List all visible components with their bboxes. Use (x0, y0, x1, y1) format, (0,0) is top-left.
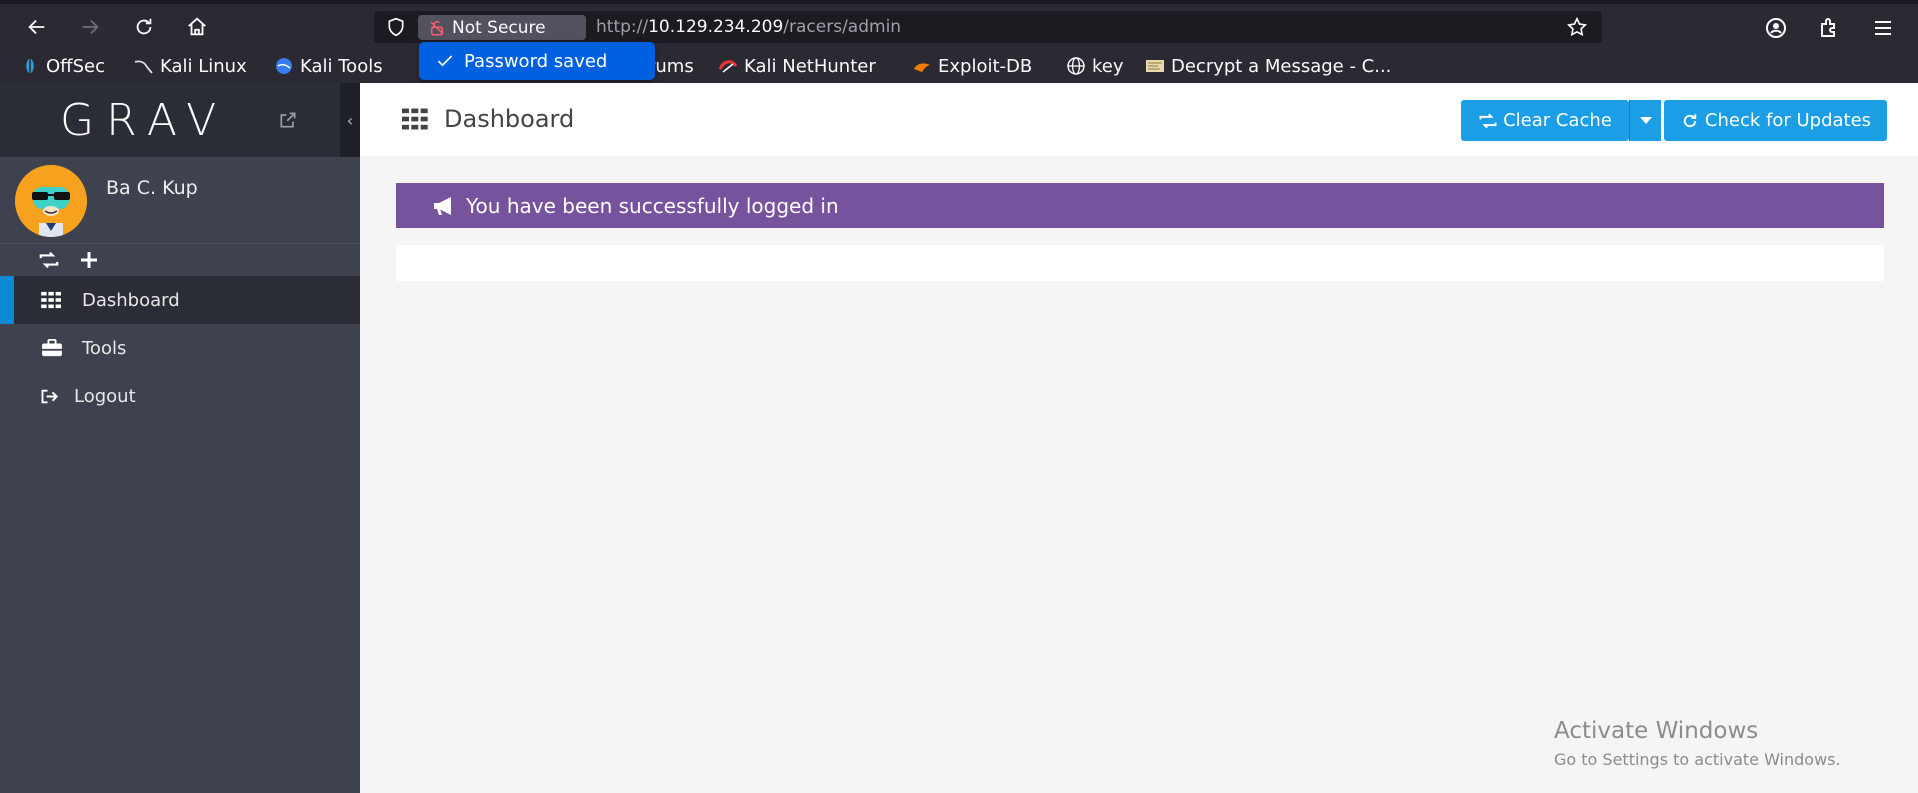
bookmarks-bar: OffSec Kali Linux Kali Tools rums Kali N… (0, 50, 1918, 83)
sign-out-icon (40, 386, 60, 406)
bookmark-offsec[interactable]: OffSec (20, 55, 105, 77)
bookmark-kali-nethunter[interactable]: Kali NetHunter (718, 55, 876, 77)
browser-toolbar: Not Secure http://10.129.234.209/racers/… (0, 4, 1918, 50)
back-button[interactable] (22, 13, 52, 41)
extensions-icon[interactable] (1818, 16, 1842, 40)
avatar-image (15, 165, 87, 237)
globe-icon (1066, 57, 1086, 75)
caret-down-icon (1639, 116, 1652, 124)
sidebar-collapse-button[interactable]: ‹ (340, 83, 360, 157)
bookmark-label: Exploit-DB (938, 55, 1033, 77)
check-icon (437, 55, 453, 67)
dashboard-panel (396, 245, 1884, 281)
refresh-icon (1683, 113, 1697, 127)
reload-button[interactable] (129, 13, 159, 41)
home-button[interactable] (182, 13, 212, 41)
nethunter-icon (718, 57, 738, 75)
bookmark-label: Decrypt a Message - C... (1171, 55, 1392, 77)
check-for-updates-button[interactable]: Check for Updates (1664, 100, 1887, 141)
briefcase-icon (40, 338, 64, 358)
clear-cache-dropdown-button[interactable] (1629, 100, 1661, 141)
kali-tools-icon (274, 57, 294, 75)
dashboard-grid-icon (40, 290, 64, 310)
arrow-right-icon (82, 19, 99, 35)
toast-label: Password saved (464, 50, 608, 72)
bookmark-label: Kali Tools (300, 55, 383, 77)
bookmark-label: OffSec (46, 55, 105, 77)
grav-logo[interactable]: GRAV (60, 95, 228, 146)
page-title-text: Dashboard (444, 105, 575, 133)
url-prefix: http:// (596, 17, 649, 37)
admin-sidebar: GRAV ‹ Ba C. Kup Dashboard Tools Logout (0, 83, 360, 793)
forward-button[interactable] (75, 13, 105, 41)
clear-cache-button[interactable]: Clear Cache (1461, 100, 1629, 141)
logo-area: GRAV (0, 83, 340, 157)
broken-lock-icon (430, 20, 444, 35)
watermark-title: Activate Windows (1554, 718, 1759, 744)
page-title: Dashboard (402, 105, 574, 133)
retweet-icon (1479, 113, 1497, 128)
sidebar-item-logout[interactable]: Logout (0, 372, 360, 420)
sidebar-item-dashboard[interactable]: Dashboard (0, 276, 360, 324)
sidebar-item-label: Logout (74, 385, 136, 407)
bookmark-exploit-db[interactable]: Exploit-DB (912, 55, 1032, 77)
exploitdb-icon (912, 57, 932, 75)
user-actions (0, 243, 360, 276)
bookmark-kali-linux[interactable]: Kali Linux (134, 55, 247, 77)
avatar[interactable] (15, 165, 87, 237)
plus-icon[interactable] (78, 250, 100, 270)
sidebar-item-tools[interactable]: Tools (0, 324, 360, 372)
url-text[interactable]: http://10.129.234.209/racers/admin (596, 17, 901, 37)
sidebar-item-label: Tools (82, 337, 127, 359)
not-secure-label: Not Secure (452, 17, 546, 38)
password-saved-toast: Password saved (419, 42, 655, 80)
account-icon[interactable] (1764, 16, 1788, 40)
bookmark-label: Kali NetHunter (744, 55, 876, 77)
decrypt-icon (1145, 57, 1165, 75)
sidebar-item-label: Dashboard (82, 289, 180, 311)
reload-icon (136, 18, 152, 35)
bookmark-decrypt[interactable]: Decrypt a Message - C... (1145, 55, 1391, 77)
not-secure-badge[interactable]: Not Secure (418, 15, 586, 40)
login-success-alert: You have been successfully logged in (396, 183, 1884, 228)
arrow-left-icon (28, 19, 45, 35)
home-icon (188, 17, 206, 36)
bookmark-key[interactable]: key (1066, 55, 1124, 77)
retweet-icon[interactable] (38, 250, 60, 270)
hamburger-menu-icon[interactable] (1871, 16, 1895, 40)
page-header: Dashboard Clear Cache Check for Updates (360, 83, 1918, 156)
url-host: 10.129.234.209 (648, 17, 784, 37)
clear-cache-label: Clear Cache (1503, 110, 1612, 131)
bookmark-kali-tools[interactable]: Kali Tools (274, 55, 383, 77)
watermark-subtitle: Go to Settings to activate Windows. (1554, 750, 1841, 769)
user-name[interactable]: Ba C. Kup (106, 177, 198, 199)
address-bar[interactable]: Not Secure http://10.129.234.209/racers/… (374, 11, 1602, 43)
dashboard-grid-icon (402, 108, 428, 130)
bullhorn-icon (434, 196, 451, 215)
external-link-icon[interactable] (278, 110, 298, 130)
check-updates-label: Check for Updates (1704, 110, 1872, 131)
activate-windows-watermark: Activate Windows Go to Settings to activ… (1554, 718, 1841, 769)
tracking-shield-icon[interactable] (386, 17, 406, 37)
kali-icon (134, 57, 154, 75)
bookmark-star-icon[interactable] (1566, 16, 1588, 38)
offsec-icon (20, 57, 40, 75)
bookmark-label: Kali Linux (160, 55, 247, 77)
alert-message: You have been successfully logged in (466, 193, 839, 218)
url-path: /racers/admin (783, 17, 902, 37)
user-panel: Ba C. Kup (0, 157, 360, 243)
bookmark-label: key (1092, 55, 1124, 77)
